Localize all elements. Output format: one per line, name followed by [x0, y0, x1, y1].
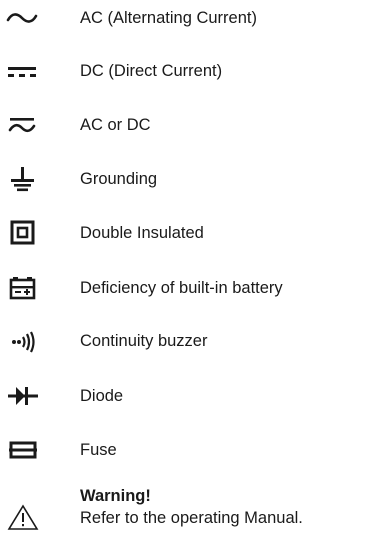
- ac-tilde-icon: [5, 3, 41, 33]
- ac-or-dc-icon: [5, 110, 41, 140]
- battery-icon: [5, 273, 41, 303]
- legend-row-diode: Diode: [0, 381, 371, 411]
- legend-row-grounding: Grounding: [0, 164, 371, 194]
- fuse-icon: [5, 435, 41, 465]
- legend-row-continuity: Continuity buzzer: [0, 326, 371, 356]
- legend-row-ac: AC (Alternating Current): [0, 3, 371, 33]
- legend-row-dc: DC (Direct Current): [0, 56, 371, 86]
- legend-label: DC (Direct Current): [80, 62, 223, 80]
- symbol-legend: AC (Alternating Current) DC (Direct Curr…: [0, 0, 371, 537]
- warning-triangle-icon: [5, 502, 41, 532]
- ground-icon: [5, 164, 41, 194]
- legend-label: AC (Alternating Current): [80, 9, 257, 27]
- legend-label: Diode: [80, 387, 124, 405]
- warning-text: Refer to the operating Manual.: [80, 509, 303, 527]
- dc-icon: [5, 56, 41, 86]
- legend-row-double-insulated: Double Insulated: [0, 218, 371, 248]
- legend-row-fuse: Fuse: [0, 435, 371, 465]
- legend-label: Fuse: [80, 441, 117, 459]
- legend-label: Deficiency of built-in battery: [80, 279, 283, 297]
- diode-icon: [5, 381, 41, 411]
- legend-row-ac-or-dc: AC or DC: [0, 110, 371, 140]
- legend-row-warning: Warning! Refer to the operating Manual.: [0, 484, 371, 534]
- double-insulated-icon: [5, 218, 41, 248]
- continuity-buzzer-icon: [5, 326, 41, 356]
- legend-label: Grounding: [80, 170, 158, 188]
- legend-label: Continuity buzzer: [80, 332, 208, 350]
- legend-label: AC or DC: [80, 116, 151, 134]
- legend-row-battery: Deficiency of built-in battery: [0, 273, 371, 303]
- warning-title: Warning!: [80, 487, 151, 505]
- legend-label: Double Insulated: [80, 224, 204, 242]
